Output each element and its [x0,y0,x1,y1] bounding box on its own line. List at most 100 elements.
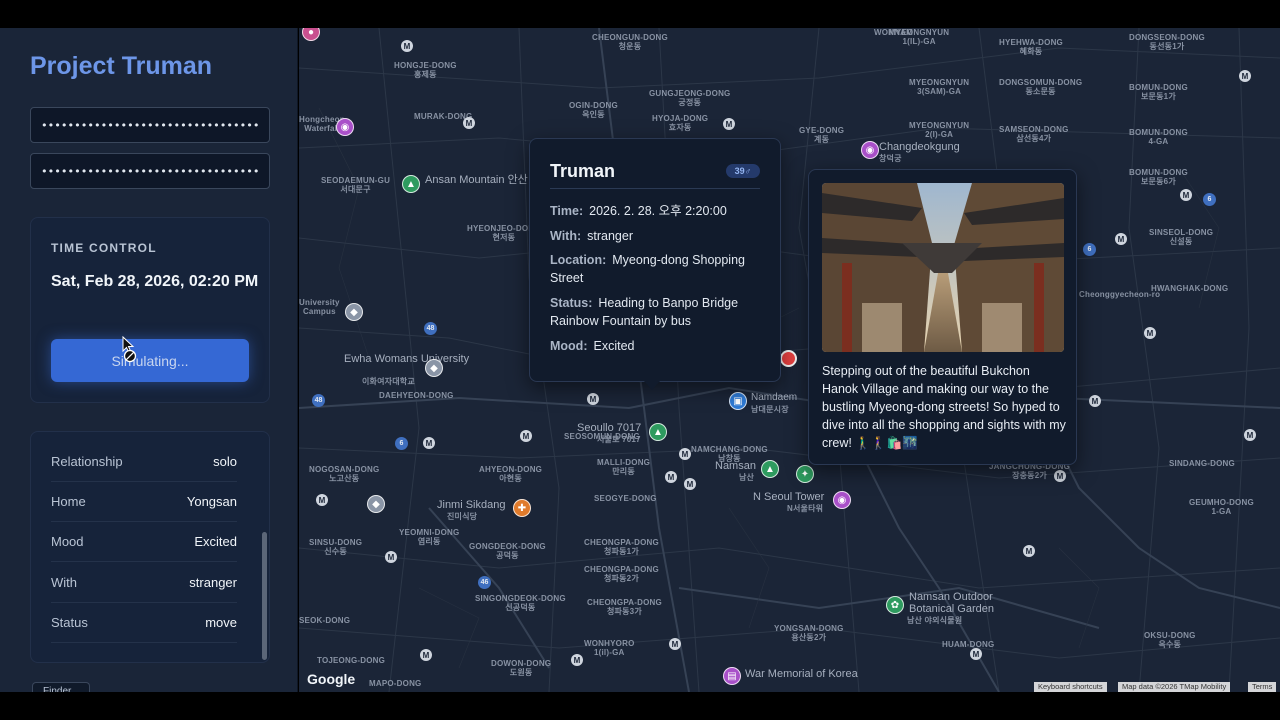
metro-station-icon[interactable]: M [1180,189,1192,201]
secret-field-1[interactable] [30,107,270,143]
metro-station-icon[interactable]: M [1054,470,1066,482]
attraction-pin-icon[interactable]: ◉ [861,141,879,159]
map-label: HONGJE-DONG 홍제동 [394,61,457,79]
place-label-namsan-ko: 남산 [739,473,755,482]
map-view[interactable]: CHEONGUN-DONG 청운동 GUNGJEONG-DONG 궁정동 OGIN-… [299,28,1280,692]
map-label: SINSU-DONG 신수동 [309,538,363,556]
bus-stop-icon[interactable]: 6 [1203,193,1216,206]
mouse-cursor-icon [122,336,137,363]
place-label-seoullo-ko: 서울로 7017 [597,435,641,444]
map-label: University Campus [299,298,340,316]
bus-stop-icon[interactable]: 6 [1083,243,1096,256]
place-label-seoullo: Seoullo 7017 [577,422,642,434]
place-label-nseoultower-ko: N서울타워 [787,504,824,513]
metro-station-icon[interactable]: M [420,649,432,661]
garden-pin-icon[interactable]: ✿ [886,596,904,614]
simulate-button[interactable]: Simulating... [51,339,249,382]
map-label: GONGDEOK-DONG 공덕동 [469,542,546,560]
metro-station-icon[interactable]: M [665,471,677,483]
bus-stop-icon[interactable]: 48 [424,322,437,335]
metro-station-icon[interactable]: M [463,117,475,129]
map-label: AHYEON-DONG 아현동 [479,465,543,483]
school-pin-icon[interactable]: ◆ [367,495,385,513]
attraction-pin-icon[interactable]: ◉ [833,491,851,509]
metro-station-icon[interactable]: M [679,448,691,460]
metro-station-icon[interactable]: M [1089,395,1101,407]
map-label: BOMUN-DONG 4-GA [1129,128,1188,146]
metro-station-icon[interactable]: M [571,654,583,666]
bus-stop-icon[interactable]: 6 [395,437,408,450]
museum-pin-icon[interactable]: ▤ [723,667,741,685]
metro-station-icon[interactable]: M [1115,233,1127,245]
map-label: DAEHYEON-DONG [379,391,454,400]
post-caption: Stepping out of the beautiful Bukchon Ha… [822,364,1066,450]
place-label-namdaemun-ko: 남대문시장 [751,405,789,414]
hiking-pin-icon[interactable]: ✦ [796,465,814,483]
restaurant-pin-icon[interactable]: ✚ [513,499,531,517]
keyboard-shortcuts-link[interactable]: Keyboard shortcuts [1034,682,1107,692]
metro-station-icon[interactable]: M [401,40,413,52]
metro-station-icon[interactable]: M [970,648,982,660]
current-datetime: Sat, Feb 28, 2026, 02:20 PM [51,273,259,290]
place-label-botanical: Namsan Outdoor Botanical Garden [909,591,994,615]
map-label: DOWON-DONG 도원동 [491,659,552,677]
bus-stop-icon[interactable]: 48 [312,394,325,407]
metro-station-icon[interactable]: M [385,551,397,563]
secret-field-2[interactable] [30,153,270,189]
metro-station-icon[interactable]: M [1144,327,1156,339]
place-label-ewha: Ewha Womans University [344,353,470,365]
character-info-card: Relationship solo Home Yongsan Mood Excited… [30,431,270,663]
terms-link[interactable]: Terms [1248,682,1277,692]
metro-station-icon[interactable]: M [1023,545,1035,557]
map-label: YEOMNI-DONG 염리동 [399,528,460,546]
map-label: WONNAM [874,28,913,37]
finder-tab[interactable]: Finder [32,682,90,692]
metro-station-icon[interactable]: M [1244,429,1256,441]
map-data-attribution: Map data ©2026 TMap Mobility [1118,682,1231,692]
metro-station-icon[interactable]: M [316,494,328,506]
map-label: MAPO-DONG [369,679,422,688]
metro-station-icon[interactable]: M [423,437,435,449]
map-label: DONGSOMUN-DONG 동소문동 [999,78,1083,96]
map-label: NOGOSAN-DONG 노고산동 [309,465,380,483]
map-label: GYE-DONG 계동 [799,126,845,144]
metro-station-icon[interactable]: M [587,393,599,405]
map-label: MYEONGNYUN 2(I)-GA [909,121,970,139]
map-label: WONHYORO 1(il)-GA [584,639,635,657]
time-control-label: TIME CONTROL [51,241,157,255]
metro-station-icon[interactable]: M [723,118,735,130]
info-scrollbar-thumb[interactable] [262,532,267,660]
info-value: move [205,615,237,630]
metro-station-icon[interactable]: M [520,430,532,442]
sidebar: Project Truman TIME CONTROL Sat, Feb 28,… [0,28,298,692]
park-pin-icon[interactable]: ▲ [402,175,420,193]
metro-station-icon[interactable]: M [684,478,696,490]
map-label: SINGONGDEOK-DONG 신공덕동 [475,594,566,612]
truman-location-marker[interactable] [780,350,797,367]
park-pin-icon[interactable]: ▲ [761,460,779,478]
age-gender-badge: 39♂ [726,164,760,178]
school-pin-icon[interactable]: ◆ [425,359,443,377]
map-label: BOMUN-DONG 보문동1가 [1129,83,1188,101]
attraction-pin-icon[interactable]: ◉ [336,118,354,136]
school-pin-icon[interactable]: ◆ [345,303,363,321]
map-label: SAMSEON-DONG 삼선동4가 [999,125,1069,143]
social-post-card: Stepping out of the beautiful Bukchon Ha… [808,169,1077,465]
metro-station-icon[interactable]: M [1239,70,1251,82]
place-label-jinmi-ko: 진미식당 [447,512,478,521]
map-label: SEODAEMUN-GU 서대문구 [321,176,391,194]
place-label-jinmi: Jinmi Sikdang [437,499,506,511]
place-label-ewha-ko: 이화여자대학교 [362,377,415,386]
window-top-bar [0,0,1280,28]
map-label: CHEONGPA-DONG 청파동2가 [584,565,659,583]
map-label: SINDANG-DONG [1169,459,1235,468]
shopping-pin-icon[interactable]: ▣ [729,392,747,410]
map-label: HYOJA-DONG 효자동 [652,114,709,132]
park-pin-icon[interactable]: ▲ [649,423,667,441]
metro-station-icon[interactable]: M [669,638,681,650]
place-label-namsan: Namsan [715,460,756,472]
map-label: MALLI-DONG 만리동 [597,458,651,476]
info-key: Mood [51,534,84,549]
map-label: GUNGJEONG-DONG 궁정동 [649,89,731,107]
bus-stop-icon[interactable]: 46 [478,576,491,589]
